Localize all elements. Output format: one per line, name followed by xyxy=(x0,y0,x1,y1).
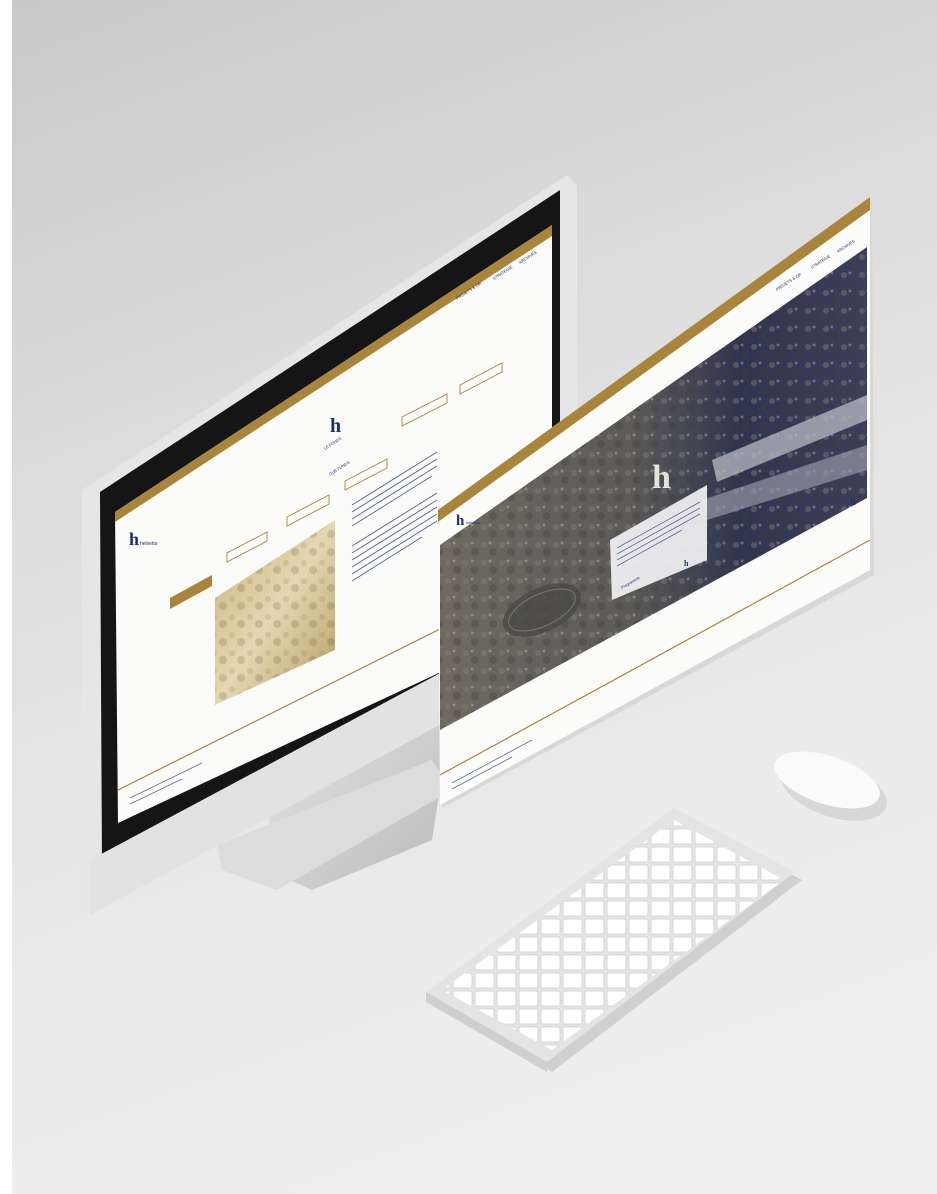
panel-logo-icon: h xyxy=(684,559,689,568)
logo-sub: helvetia xyxy=(140,541,157,547)
center-logo-icon: h xyxy=(330,415,341,437)
mouse-icon xyxy=(774,751,887,821)
mockup-scene: h helvetia PROJETS & OR STRATÉGIE ARCHIV… xyxy=(80,175,887,1072)
right-logo-sub: helvetia xyxy=(466,520,481,525)
hero-logo-icon: h xyxy=(652,459,671,496)
corner-logo-icon: h xyxy=(850,497,856,508)
keyboard-icon xyxy=(426,808,802,1072)
background: h helvetia PROJETS & OR STRATÉGIE ARCHIV… xyxy=(12,0,937,1194)
logo-icon: h xyxy=(129,529,139,549)
right-logo-icon: h xyxy=(456,513,465,529)
